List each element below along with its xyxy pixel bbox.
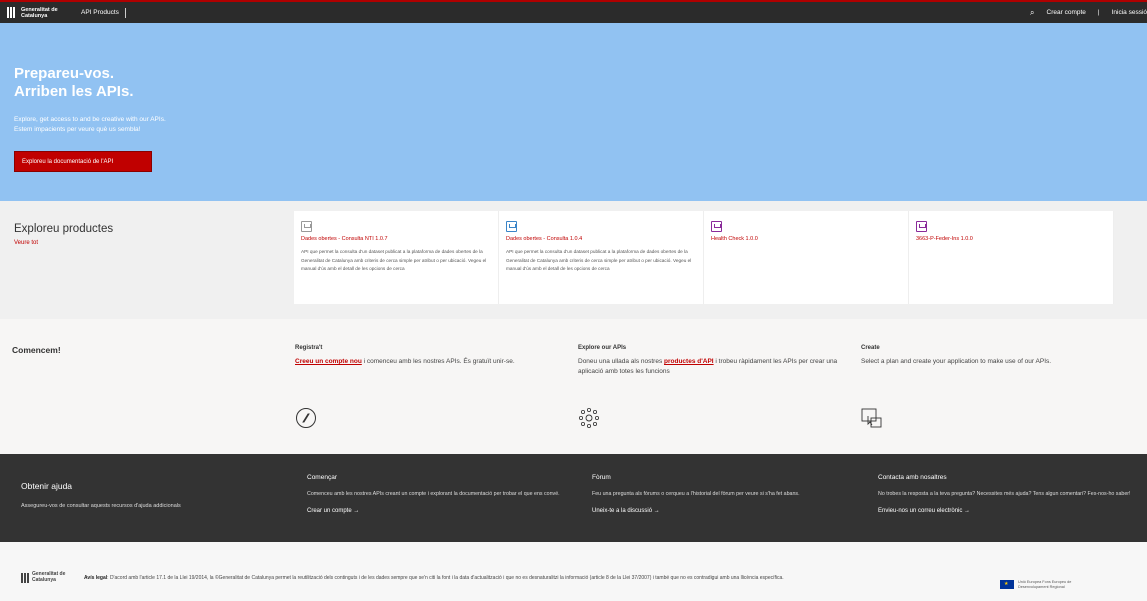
help-text: No trobes la resposta a la teva pregunta… — [878, 491, 1131, 497]
hero-banner: Prepareu-vos. Arriben les APIs. Explore,… — [0, 23, 1147, 201]
footer-logo-text: Generalitat de Catalunya — [32, 571, 66, 583]
create-account-help-link[interactable]: Crear un compte → — [307, 508, 567, 514]
network-icon — [578, 407, 600, 434]
products-section: Exploreu productes Veure tot Dades obert… — [0, 201, 1147, 319]
create-account-link-inline[interactable]: Creeu un compte nou — [295, 358, 362, 365]
generalitat-logo-icon — [7, 7, 17, 18]
help-heading: Contacta amb nosaltres — [878, 474, 947, 481]
products-title: Exploreu productes — [14, 223, 114, 235]
explore-heading: Explore our APIs — [578, 345, 627, 351]
eu-flag-icon — [1000, 580, 1014, 589]
nav-separator: | — [1097, 9, 1100, 16]
explore-column: Explore our APIs Doneu una ullada als no… — [578, 345, 848, 428]
legal-notice: Avís legal: D'acord amb l'article 17.1 d… — [84, 575, 784, 581]
api-products-link-inline[interactable]: productes d'API — [664, 358, 714, 365]
app-create-icon — [861, 407, 883, 434]
explore-docs-button[interactable]: Exploreu la documentació de l'API — [14, 151, 152, 172]
hero-title-line2: Arriben les APIs. — [14, 83, 134, 100]
help-text: Comenceu amb les nostres APIs creant un … — [307, 491, 560, 497]
api-products-link[interactable]: API Products — [81, 7, 126, 18]
top-navigation-bar: Generalitat de Catalunya API Products ⌕ … — [0, 0, 1147, 23]
product-card[interactable]: 3663-P-Feder-Ins 1.0.0 — [909, 211, 1114, 304]
footer-logo[interactable]: Generalitat de Catalunya — [21, 571, 72, 583]
product-title[interactable]: Health Check 1.0.0 — [711, 236, 901, 242]
product-icon — [301, 221, 312, 232]
create-account-link[interactable]: Crear compte — [1047, 9, 1086, 16]
help-subtitle: Assegureu-vos de consultar aquests recur… — [21, 503, 181, 509]
generalitat-logo[interactable]: Generalitat de Catalunya — [7, 7, 63, 19]
search-icon[interactable]: ⌕ — [1030, 8, 1034, 18]
logo-text: Generalitat de Catalunya — [21, 6, 58, 19]
legal-label: Avís legal — [84, 575, 108, 581]
register-heading: Registra't — [295, 345, 323, 351]
hero-subtitle-line1: Explore, get access to and be creative w… — [14, 116, 166, 123]
help-column-forum: Fòrum Feu una pregunta als fòrums o cerq… — [592, 474, 852, 514]
join-discussion-link[interactable]: Uneix-te a la discussió → — [592, 508, 852, 514]
create-text: Select a plan and create your applicatio… — [861, 358, 1052, 365]
help-heading: Començar — [307, 474, 337, 481]
explore-body-before: Doneu una ullada als nostres — [578, 358, 665, 365]
help-column-contact: Contacta amb nosaltres No trobes la resp… — [878, 474, 1138, 514]
product-title[interactable]: Dades obertes - Consulta NTI 1.0.7 — [301, 236, 491, 242]
help-text: Feu una pregunta als fòrums o cerqueu a … — [592, 491, 800, 497]
product-card[interactable]: Health Check 1.0.0 — [704, 211, 909, 304]
help-title: Obtenir ajuda — [21, 481, 73, 491]
login-link[interactable]: Inicia sessió — [1112, 9, 1147, 16]
legal-text: : D'acord amb l'article 17.1 de la Llei … — [107, 575, 784, 581]
product-description: API que permet la consulta d'un dataset … — [506, 249, 692, 271]
eu-logo: Unió Europea Fons Europeu de Desenvolupa… — [1000, 580, 1088, 589]
get-started-title: Comencem! — [12, 345, 61, 355]
hero-title: Prepareu-vos. Arriben les APIs. — [14, 65, 134, 101]
product-card[interactable]: Dades obertes - Consulta 1.0.4 API que p… — [499, 211, 704, 304]
generalitat-footer-logo-icon — [21, 572, 29, 583]
email-us-link[interactable]: Envieu-nos un correu electrònic → — [878, 508, 1138, 514]
footer: Generalitat de Catalunya Avís legal: D'a… — [0, 571, 1147, 601]
hero-subtitle-line2: Estem impacients per veure què us sembla… — [14, 126, 141, 133]
help-column-start: Començar Comenceu amb les nostres APIs c… — [307, 474, 567, 514]
product-card[interactable]: Dades obertes - Consulta NTI 1.0.7 API q… — [294, 211, 499, 304]
register-text: Creeu un compte nou i comenceu amb les n… — [295, 357, 565, 367]
compass-icon — [295, 407, 317, 434]
product-icon — [916, 221, 927, 232]
get-started-section: Comencem! Registra't Creeu un compte nou… — [0, 319, 1147, 454]
create-column: Create Select a plan and create your app… — [861, 345, 1131, 428]
eu-text: Unió Europea Fons Europeu de Desenvolupa… — [1018, 580, 1072, 589]
hero-subtitle: Explore, get access to and be creative w… — [14, 115, 166, 135]
product-icon — [711, 221, 722, 232]
product-title[interactable]: 3663-P-Feder-Ins 1.0.0 — [916, 236, 1106, 242]
help-heading: Fòrum — [592, 474, 611, 481]
product-icon — [506, 221, 517, 232]
explore-text: Doneu una ullada als nostres productes d… — [578, 357, 848, 377]
register-column: Registra't Creeu un compte nou i comence… — [295, 345, 565, 428]
register-body: i comenceu amb les nostres APIs. És grat… — [361, 358, 515, 365]
product-description: API que permet la consulta d'un dataset … — [301, 249, 487, 271]
product-title[interactable]: Dades obertes - Consulta 1.0.4 — [506, 236, 696, 242]
help-section: Obtenir ajuda Assegureu-vos de consultar… — [0, 454, 1147, 542]
hero-title-line1: Prepareu-vos. — [14, 65, 115, 82]
see-all-link[interactable]: Veure tot — [14, 240, 38, 246]
create-heading: Create — [861, 345, 880, 351]
